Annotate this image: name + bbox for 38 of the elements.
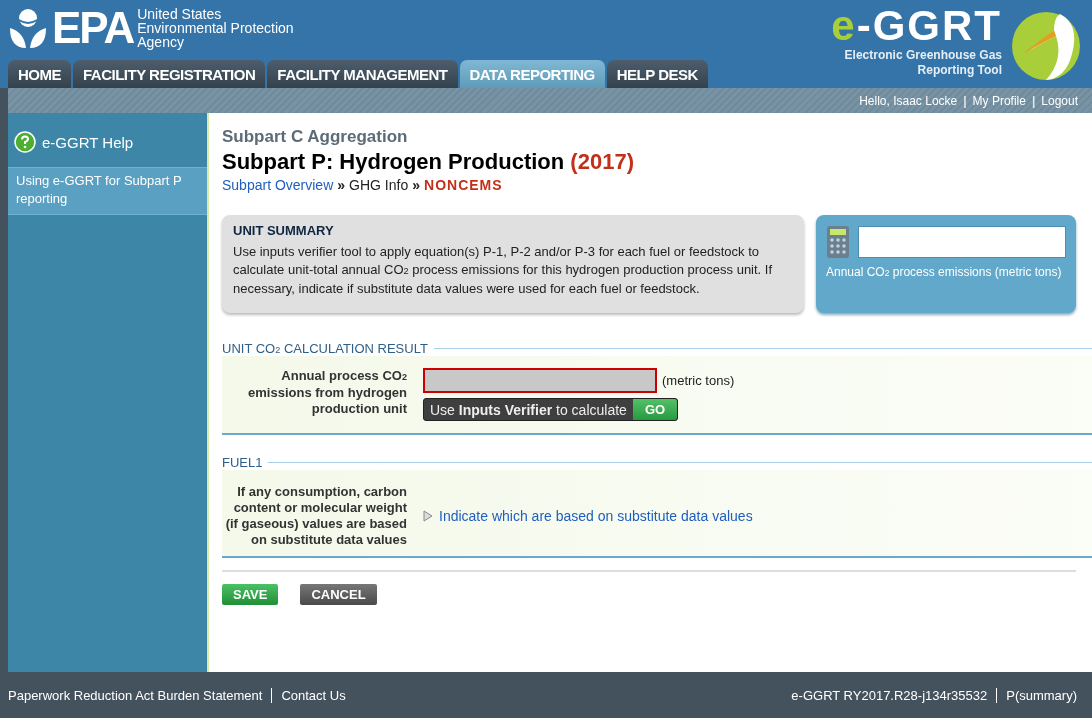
nav-tab[interactable]: FACILITY MANAGEMENT	[267, 60, 458, 88]
field-label: If any consumption, carbon content or molecular weight (if gaseous) values are based on substitute data values	[224, 484, 407, 548]
section-heading: FUEL1	[222, 455, 263, 470]
calculator-icon	[826, 225, 850, 259]
separator: |	[1031, 93, 1036, 108]
emissions-field[interactable]	[423, 368, 657, 393]
cancel-button[interactable]: CANCEL	[300, 584, 377, 605]
footer-link[interactable]: Contact Us	[271, 687, 355, 703]
page-title: Subpart P: Hydrogen Production (2017)	[222, 149, 635, 175]
help-title: e-GGRT Help	[42, 133, 134, 151]
breadcrumb-item: NONCEMS	[424, 177, 503, 193]
breadcrumb-link[interactable]: Subpart Overview	[222, 177, 334, 193]
nav-tab[interactable]: FACILITY REGISTRATION	[73, 60, 266, 88]
nav-tab[interactable]: HELP DESK	[606, 60, 708, 88]
app-subtitle: Electronic Greenhouse Gas Reporting Tool	[844, 48, 1002, 78]
total-emissions-field[interactable]	[858, 226, 1066, 258]
app-logo-text: e-GGRT	[831, 4, 1002, 48]
page-supertitle: Subpart C Aggregation	[222, 127, 409, 147]
nav-tab[interactable]: HOME	[8, 60, 71, 88]
tooltip-text: Use Inputs Verifier to calculate	[429, 400, 628, 420]
user-link[interactable]: Logout	[1041, 93, 1078, 108]
summary-heading: UNIT SUMMARY	[233, 223, 335, 238]
separator: |	[963, 93, 967, 108]
help-icon	[14, 131, 36, 153]
build-info: e-GGRT RY2017.R28-j134r35532	[790, 687, 989, 703]
agency-logo-text: EPA	[52, 6, 134, 50]
footer-link[interactable]: Paperwork Reduction Act Burden Statement	[8, 687, 272, 703]
unit-label: (metric tons)	[662, 373, 735, 388]
breadcrumb-separator: »	[337, 177, 346, 193]
user-link[interactable]: My Profile	[972, 93, 1026, 108]
greeting: Hello, Isaac Locke	[859, 93, 958, 108]
agency-logo-icon	[8, 6, 48, 50]
substitute-data-link[interactable]: Indicate which are based on substitute data values	[439, 508, 753, 524]
expand-arrow-icon	[423, 510, 433, 522]
breadcrumb-item: GHG Info	[349, 177, 409, 193]
breadcrumb-separator: »	[412, 177, 420, 193]
build-info: P(summary)	[996, 687, 1086, 703]
agency-name: United States Environmental Protection Agency	[137, 7, 294, 49]
